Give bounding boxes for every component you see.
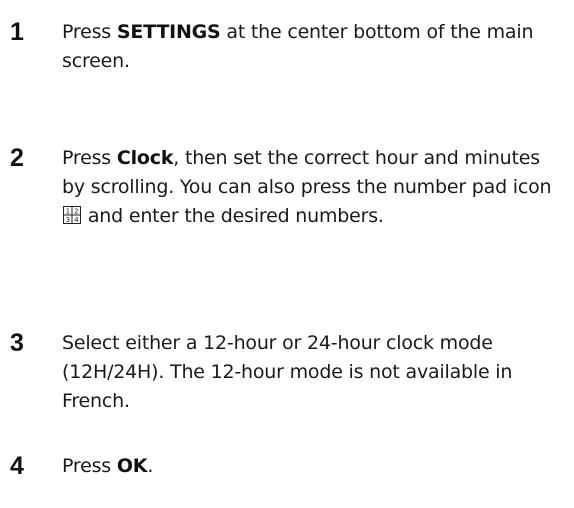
numpad-digit: 4 xyxy=(74,216,79,224)
step-text-segment: Press xyxy=(62,147,117,169)
step-text-segment: Press xyxy=(62,455,117,477)
step-text-segment: and enter the desired numbers. xyxy=(82,205,384,227)
step-number: 4 xyxy=(10,452,24,480)
ok-keyword: OK xyxy=(116,455,148,477)
step-text-segment: Press xyxy=(62,21,117,43)
step-text: Press SETTINGS at the center bottom of t… xyxy=(62,18,562,76)
step-text-segment: . xyxy=(147,455,154,477)
numpad-digit: 3 xyxy=(66,216,70,224)
step-number: 1 xyxy=(10,18,24,46)
number-pad-icon: 1 2 3 4 xyxy=(63,204,81,233)
step-text: Select either a 12-hour or 24-hour clock… xyxy=(62,332,513,412)
numpad-digit: 2 xyxy=(74,207,78,215)
step-number: 3 xyxy=(10,329,24,357)
step-text: Press Clock, then set the correct hour a… xyxy=(62,144,562,233)
step-text: Press OK. xyxy=(62,452,562,481)
clock-keyword: Clock xyxy=(116,147,174,169)
settings-keyword: SETTINGS xyxy=(116,21,221,43)
step-number: 2 xyxy=(10,144,24,172)
numpad-digit: 1 xyxy=(66,207,70,215)
